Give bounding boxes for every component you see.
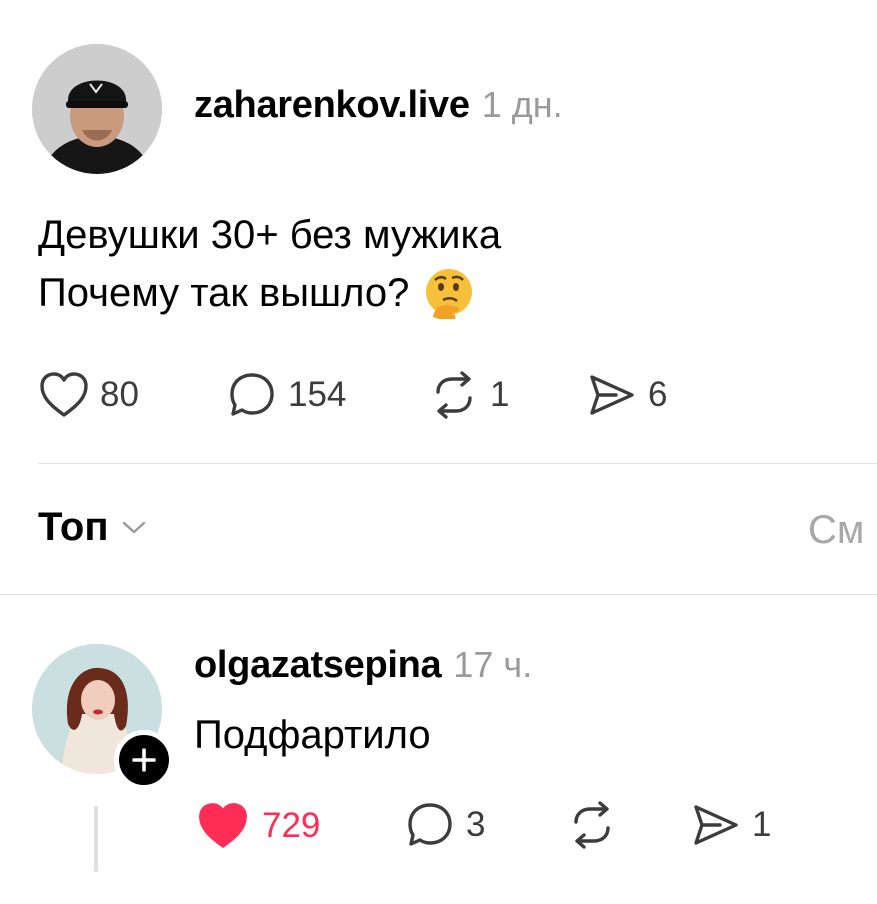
send-icon: [590, 375, 634, 415]
thread-line: [94, 806, 98, 872]
comment-bubble-icon: [408, 803, 452, 846]
post-repost-count: 1: [490, 375, 510, 414]
post-text-line-2: Почему так вышло?: [38, 271, 410, 315]
repost-icon: [574, 801, 610, 849]
send-icon: [694, 805, 738, 845]
post-username[interactable]: zaharenkov.live: [194, 84, 470, 127]
sort-label: Топ: [38, 505, 109, 549]
heart-outline-icon: [40, 372, 88, 417]
thinking-emoji-icon: [423, 267, 475, 321]
avatar-photo-icon: [32, 44, 162, 174]
post-comment-button[interactable]: 154: [226, 370, 346, 420]
post-like-button[interactable]: 80: [38, 370, 139, 420]
repost-icon: [436, 371, 472, 419]
post-comment-count: 154: [288, 375, 347, 414]
comment-bubble-icon: [230, 373, 274, 416]
post-timestamp: 1 дн.: [481, 84, 563, 125]
reply-repost-button[interactable]: [566, 800, 618, 850]
post-share-button[interactable]: 6: [586, 370, 667, 420]
reply-share-count: 1: [752, 805, 772, 844]
post-share-count: 6: [648, 375, 668, 414]
sort-divider: [0, 594, 877, 595]
post-like-count: 80: [100, 375, 139, 414]
chevron-down-icon: [122, 521, 145, 533]
reply-like-count: 729: [262, 806, 321, 845]
reply-comment-button[interactable]: 3: [404, 800, 485, 850]
heart-filled-icon: [199, 803, 247, 848]
post-text-line-1: Девушки 30+ без мужика: [38, 213, 502, 257]
see-activity-link[interactable]: См: [808, 508, 864, 553]
reply-username[interactable]: olgazatsepina: [194, 644, 442, 687]
post-author-avatar[interactable]: [32, 44, 162, 174]
reply-text: Подфартило: [194, 713, 431, 757]
plus-icon: [132, 748, 156, 772]
reply-share-button[interactable]: 1: [690, 800, 771, 850]
reply-like-button[interactable]: 729: [194, 800, 320, 852]
post-repost-button[interactable]: 1: [428, 370, 509, 420]
reply-timestamp: 17 ч.: [453, 644, 533, 685]
post-divider: [38, 463, 877, 464]
sort-dropdown[interactable]: Топ: [38, 505, 149, 550]
reply-comment-count: 3: [466, 805, 486, 844]
follow-plus-button[interactable]: [114, 730, 174, 790]
post-text: Девушки 30+ без мужика Почему так вышло?: [38, 206, 501, 322]
